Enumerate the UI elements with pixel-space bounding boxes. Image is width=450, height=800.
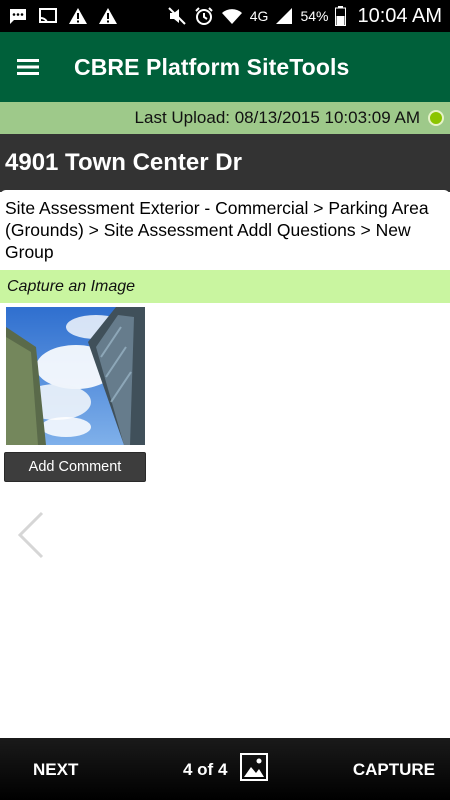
capture-button[interactable]: CAPTURE — [353, 760, 435, 780]
warning-icon — [98, 6, 118, 26]
clock: 10:04 AM — [357, 4, 442, 27]
status-bar: 4G 54% 10:04 AM — [0, 0, 450, 32]
gallery-image-icon[interactable] — [240, 753, 268, 781]
building-photo-icon — [6, 307, 145, 445]
capture-prompt: Capture an Image — [0, 270, 450, 303]
page-indicator: 4 of 4 — [183, 760, 228, 779]
app-title: CBRE Platform SiteTools — [74, 53, 350, 80]
hamburger-menu-icon[interactable] — [0, 32, 56, 102]
signal-icon — [275, 6, 293, 26]
chevron-left-icon[interactable] — [14, 510, 48, 560]
upload-status-bar: Last Upload: 08/13/2015 10:03:09 AM — [0, 102, 450, 134]
warning-icon — [68, 6, 88, 26]
location-header: 4901 Town Center Dr — [0, 134, 450, 192]
network-type: 4G — [249, 8, 269, 24]
alarm-icon — [194, 6, 214, 26]
mute-icon — [167, 6, 187, 26]
captured-image-thumbnail[interactable] — [6, 307, 145, 445]
battery-percent: 54% — [300, 8, 329, 24]
breadcrumb: Site Assessment Exterior - Commercial > … — [0, 190, 450, 270]
battery-icon — [335, 6, 347, 26]
sync-status-indicator — [428, 110, 444, 126]
site-address: 4901 Town Center Dr — [5, 149, 242, 176]
bottom-nav-bar: NEXT 4 of 4 CAPTURE — [0, 738, 450, 800]
cast-icon — [38, 6, 58, 26]
add-comment-button[interactable]: Add Comment — [4, 452, 146, 482]
wifi-icon — [221, 6, 243, 26]
next-button[interactable]: NEXT — [33, 760, 78, 780]
last-upload-text: Last Upload: 08/13/2015 10:03:09 AM — [134, 108, 420, 127]
app-bar: CBRE Platform SiteTools — [0, 32, 450, 102]
chat-icon — [8, 6, 28, 26]
